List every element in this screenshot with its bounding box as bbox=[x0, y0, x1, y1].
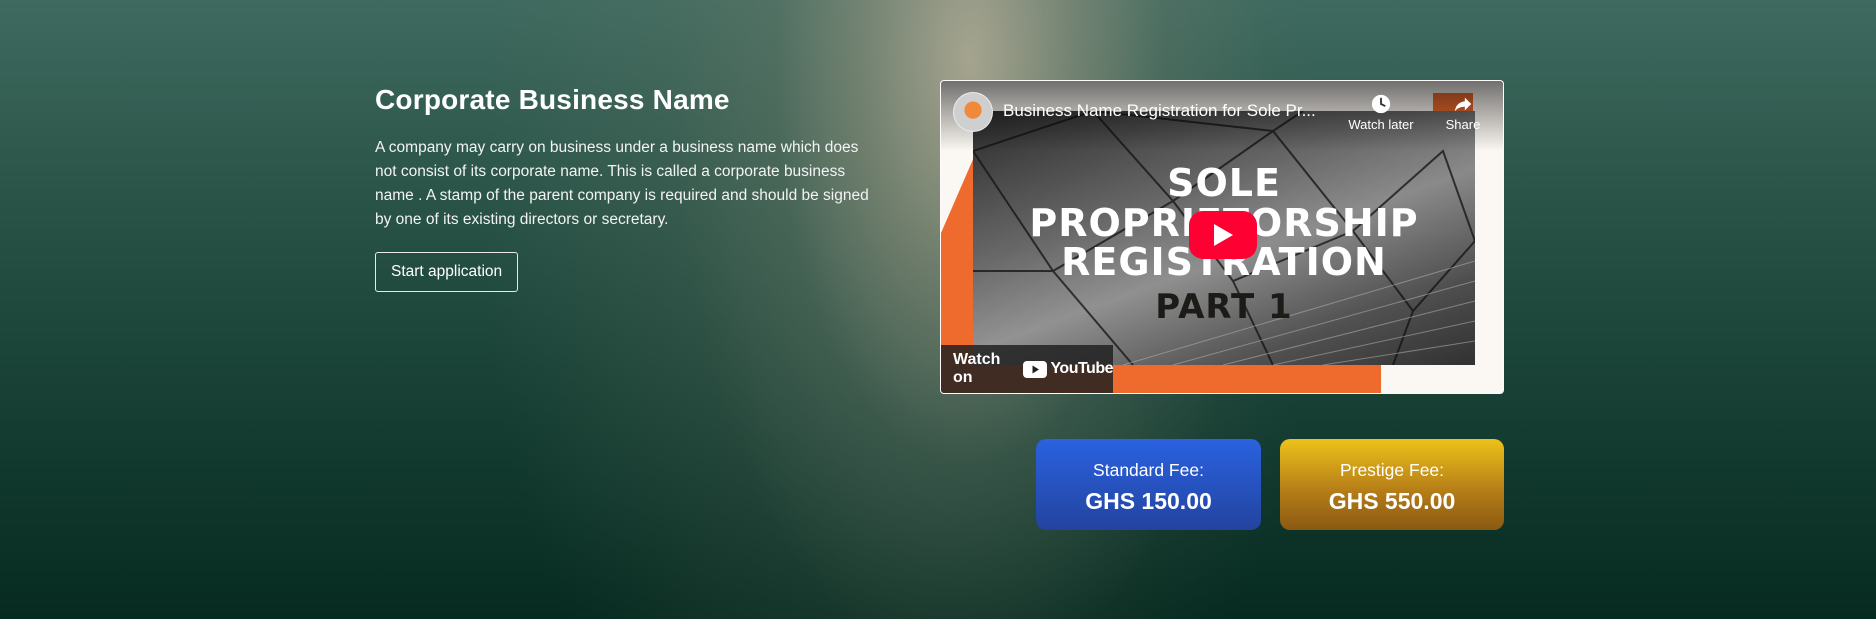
page-title: Corporate Business Name bbox=[375, 84, 730, 115]
share-button[interactable]: Share bbox=[1433, 93, 1493, 132]
fee-amount: GHS 550.00 bbox=[1328, 488, 1456, 514]
youtube-wordmark: YouTube bbox=[1050, 360, 1113, 377]
share-label: Share bbox=[1445, 117, 1481, 132]
service-info: Corporate Business Name A company may ca… bbox=[375, 80, 875, 292]
channel-avatar[interactable] bbox=[953, 92, 993, 132]
service-description: A company may carry on business under a … bbox=[375, 139, 869, 228]
watch-later-label: Watch later bbox=[1348, 117, 1414, 132]
clock-icon bbox=[1371, 94, 1391, 114]
share-icon bbox=[1454, 97, 1472, 112]
thumbnail-headline: SOLE bbox=[1167, 161, 1281, 205]
video-title[interactable]: Business Name Registration for Sole Pr..… bbox=[1003, 101, 1316, 121]
standard-fee-card: Standard Fee: GHS 150.00 bbox=[1036, 439, 1261, 530]
start-application-button[interactable]: Start application bbox=[375, 252, 519, 292]
thumbnail-headline: PART 1 bbox=[1155, 287, 1293, 327]
fee-label: Prestige Fee: bbox=[1339, 460, 1445, 480]
watch-on-label: Watch on bbox=[953, 351, 1001, 386]
youtube-logo-icon: YouTube bbox=[1023, 360, 1113, 378]
fee-amount: GHS 150.00 bbox=[1085, 488, 1212, 514]
youtube-video-embed[interactable]: SOLE PROPRIETORSHIP REGISTRATION PART 1 … bbox=[940, 80, 1504, 394]
watch-later-button[interactable]: Watch later bbox=[1341, 93, 1421, 132]
fee-label: Standard Fee: bbox=[1093, 460, 1204, 480]
play-button[interactable] bbox=[1189, 211, 1257, 259]
play-icon bbox=[1214, 224, 1233, 246]
watch-on-youtube-link[interactable]: Watch on YouTube bbox=[941, 345, 1113, 393]
prestige-fee-card: Prestige Fee: GHS 550.00 bbox=[1280, 439, 1504, 530]
